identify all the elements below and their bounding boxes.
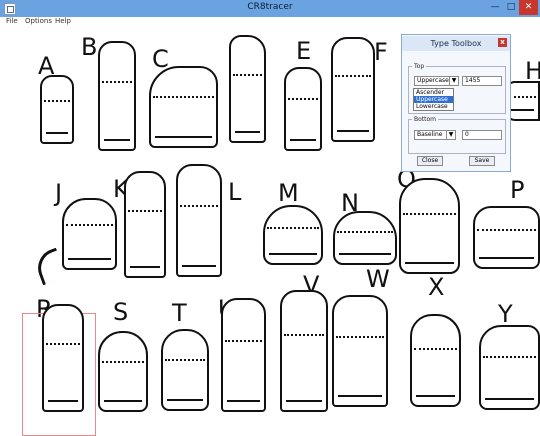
- hand-sign-e: [284, 67, 322, 151]
- dialog-close-icon[interactable]: x: [498, 38, 507, 47]
- hand-sign-a: [40, 75, 74, 144]
- maximize-button[interactable]: □: [503, 0, 519, 15]
- menu-file[interactable]: File: [6, 17, 18, 25]
- letter-x: X: [428, 273, 445, 301]
- letter-p: P: [510, 176, 525, 204]
- letter-l: L: [228, 178, 242, 206]
- top-line-select-value: Uppercase: [417, 77, 449, 84]
- letter-t: T: [172, 299, 187, 327]
- hand-sign-o: [399, 178, 460, 274]
- hand-sign-p: [473, 206, 540, 269]
- letter-m: M: [278, 179, 299, 207]
- hand-sign-s: [98, 331, 148, 412]
- hand-sign-c: [149, 66, 218, 148]
- menu-bar: File Options Help: [0, 17, 540, 27]
- letter-s: S: [113, 298, 129, 326]
- hand-sign-t: [161, 329, 209, 411]
- dropdown-option-uppercase[interactable]: Uppercase: [414, 96, 453, 103]
- window-title: CR8tracer: [247, 2, 293, 12]
- hand-sign-f: [331, 37, 375, 142]
- hand-sign-w: [332, 295, 388, 407]
- hand-sign-b: [98, 41, 136, 151]
- hand-sign-x: [410, 314, 461, 407]
- close-dialog-button[interactable]: Close: [417, 156, 443, 166]
- hand-sign-r: [42, 304, 84, 412]
- hand-sign-d: [229, 35, 266, 143]
- bottom-value-input[interactable]: 0: [462, 130, 502, 140]
- top-line-dropdown[interactable]: Ascender Uppercase Lowercase: [413, 88, 454, 111]
- bottom-line-select[interactable]: Baseline ▼: [414, 130, 456, 140]
- hand-sign-k: [124, 171, 166, 278]
- letter-f: F: [374, 38, 388, 66]
- hand-sign-v: [280, 290, 328, 412]
- close-button[interactable]: ✕: [519, 0, 538, 15]
- top-group-label: Top: [412, 63, 427, 70]
- dropdown-caret-icon: ▼: [449, 77, 458, 85]
- dialog-title: Type Toolbox: [402, 36, 510, 51]
- window-titlebar: CR8tracer — □ ✕: [0, 0, 540, 18]
- letter-e: E: [296, 37, 312, 65]
- hand-sign-m: [263, 205, 323, 265]
- bottom-group-label: Bottom: [412, 116, 439, 123]
- menu-help[interactable]: Help: [55, 17, 71, 25]
- dropdown-caret-icon: ▼: [446, 131, 455, 139]
- hand-sign-u: [221, 298, 266, 412]
- bottom-group: Bottom Baseline ▼ 0: [408, 116, 506, 154]
- dropdown-option-lowercase[interactable]: Lowercase: [414, 103, 453, 110]
- hand-sign-n: [333, 211, 397, 265]
- hand-sign-j: [62, 198, 117, 270]
- letter-y: Y: [498, 300, 513, 328]
- save-button[interactable]: Save: [469, 156, 495, 166]
- top-line-select[interactable]: Uppercase ▼: [414, 76, 459, 86]
- top-value-input[interactable]: 1455: [462, 76, 502, 86]
- letter-w: W: [366, 265, 390, 293]
- menu-options[interactable]: Options: [25, 17, 52, 25]
- letter-j: J: [55, 179, 63, 207]
- letter-b: B: [81, 33, 98, 61]
- hand-sign-y: [479, 325, 540, 410]
- dropdown-option-ascender[interactable]: Ascender: [414, 89, 453, 96]
- minimize-button[interactable]: —: [487, 0, 503, 15]
- hand-sign-l: [176, 164, 222, 277]
- bottom-line-select-value: Baseline: [417, 131, 443, 138]
